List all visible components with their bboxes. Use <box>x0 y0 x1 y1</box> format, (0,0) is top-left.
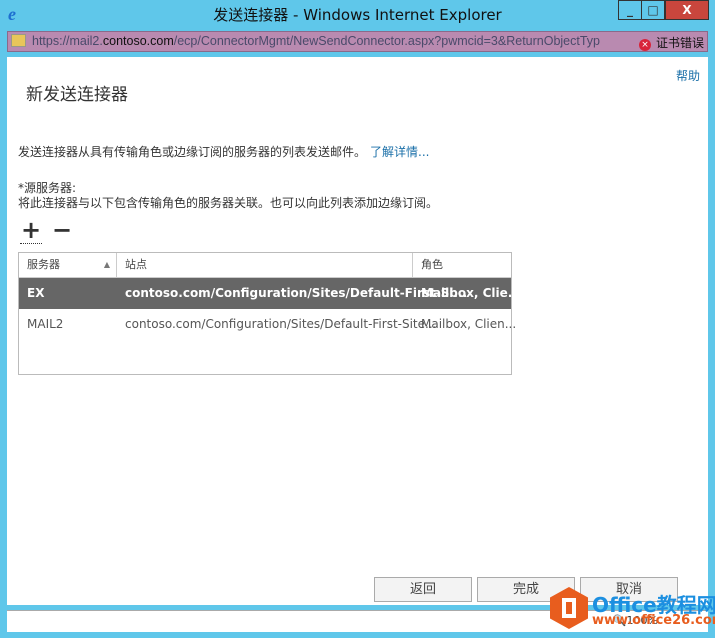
column-server[interactable]: 服务器 ▲ <box>19 253 117 277</box>
remove-button[interactable]: − <box>52 218 72 242</box>
cell-server: MAIL2 <box>27 317 64 331</box>
watermark-url: www.office26.com <box>592 613 715 628</box>
url-text[interactable]: https://mail2.contoso.com/ecp/ConnectorM… <box>32 34 632 48</box>
cell-role: Mailbox, Clie... <box>421 286 522 300</box>
minimize-button[interactable]: _ <box>618 0 642 20</box>
server-table: 服务器 ▲ 站点 角色 EX contoso.com/Configuration/… <box>18 252 521 375</box>
column-site[interactable]: 站点 <box>117 253 413 277</box>
cell-server: EX <box>27 286 45 300</box>
column-role[interactable]: 角色 <box>413 253 511 277</box>
page-mail-icon <box>11 34 26 47</box>
watermark-logo: Office教程网 www.office26.com <box>550 585 715 635</box>
add-button[interactable]: + <box>20 218 42 244</box>
back-button[interactable]: 返回 <box>374 577 472 602</box>
learn-more-link[interactable]: 了解详情... <box>370 145 429 159</box>
maximize-button[interactable]: □ <box>641 0 665 20</box>
address-bar[interactable]: https://mail2.contoso.com/ecp/ConnectorM… <box>7 31 708 52</box>
page-title: 新发送连接器 <box>26 85 128 105</box>
close-button[interactable]: X <box>665 0 709 20</box>
sort-ascending-icon: ▲ <box>103 260 110 269</box>
table-header: 服务器 ▲ 站点 角色 <box>19 253 511 278</box>
table-row[interactable]: EX contoso.com/Configuration/Sites/Defau… <box>19 278 521 309</box>
table-row[interactable]: MAIL2 contoso.com/Configuration/Sites/De… <box>19 309 516 340</box>
source-server-help: 将此连接器与以下包含传输角色的服务器关联。也可以向此列表添加边缘订阅。 <box>18 196 439 210</box>
help-link[interactable]: 帮助 <box>676 67 700 84</box>
window-title: 发送连接器 - Windows Internet Explorer <box>213 6 502 24</box>
cell-role: Mailbox, Clien... <box>421 317 517 331</box>
title-bar: e 发送连接器 - Windows Internet Explorer _ □ … <box>0 0 715 28</box>
certificate-error[interactable]: × 证书错误 <box>638 34 704 51</box>
office-logo-icon <box>550 587 588 629</box>
cell-site: contoso.com/Configuration/Sites/Default-… <box>125 317 437 331</box>
error-icon: × <box>638 39 651 51</box>
description: 发送连接器从具有传输角色或边缘订阅的服务器的列表发送邮件。 了解详情... <box>18 145 430 159</box>
page-content: 帮助 新发送连接器 发送连接器从具有传输角色或边缘订阅的服务器的列表发送邮件。了… <box>7 57 708 605</box>
